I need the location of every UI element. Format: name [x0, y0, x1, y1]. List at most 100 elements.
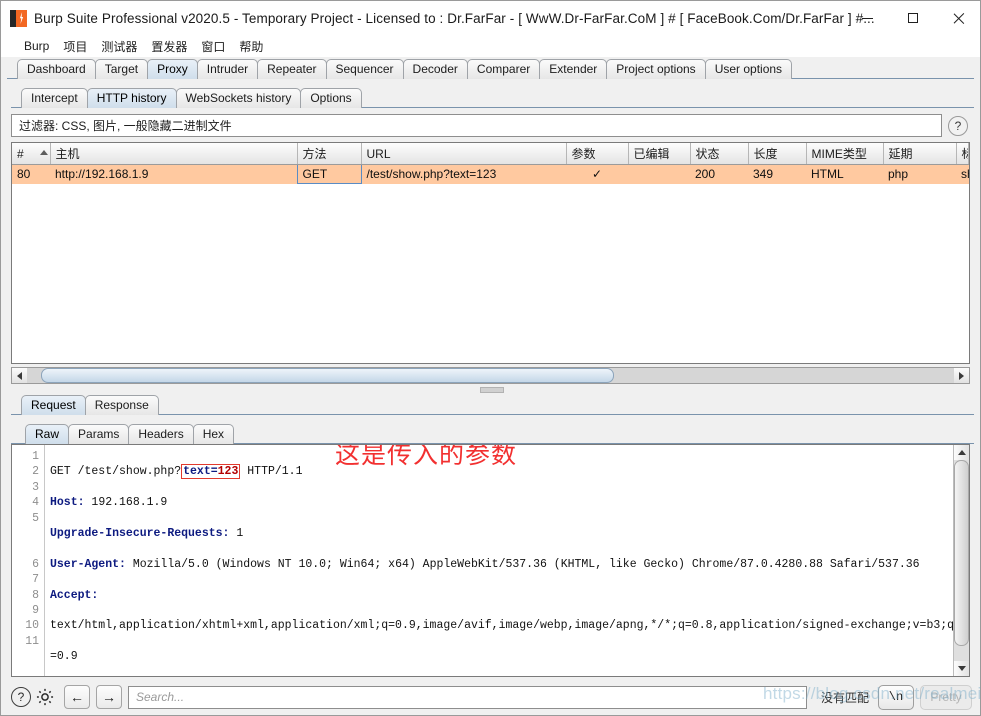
- filter-bar[interactable]: 过滤器: CSS, 图片, 一般隐藏二进制文件: [11, 114, 942, 137]
- panel-splitter[interactable]: [11, 384, 970, 393]
- request-method-path: GET /test/show.php?: [50, 465, 182, 479]
- tab-comparer[interactable]: Comparer: [466, 59, 541, 79]
- search-input[interactable]: Search...: [128, 685, 807, 709]
- hscroll-track[interactable]: [27, 368, 954, 383]
- tab-hex[interactable]: Hex: [192, 424, 235, 444]
- request-header-line: Accept:: [50, 588, 99, 602]
- table-empty-area: [12, 184, 969, 363]
- menu-item-window[interactable]: 窗口: [194, 36, 232, 57]
- request-header-line: User-Agent: Mozilla/5.0 (Windows NT 10.0…: [50, 557, 920, 571]
- column-header-edited[interactable]: 已编辑: [628, 143, 691, 165]
- cell-status: 200: [690, 164, 748, 184]
- gear-icon[interactable]: [34, 686, 56, 708]
- sort-ascending-icon: [40, 150, 48, 155]
- highlighted-parameter: text=123: [181, 464, 241, 480]
- scroll-down-icon[interactable]: [954, 661, 969, 676]
- close-icon[interactable]: [935, 1, 980, 35]
- tab-params[interactable]: Params: [68, 424, 130, 444]
- request-raw-text[interactable]: GET /test/show.php? text=123 HTTP/1.1 Hos…: [45, 445, 953, 676]
- cell-mime-type: HTML: [806, 164, 883, 184]
- column-header-title[interactable]: 标题: [956, 143, 969, 165]
- request-vertical-scrollbar[interactable]: [953, 445, 969, 676]
- request-editor: 1 2 3 4 5 6 7 8 9 10 11 GET /test/show.p…: [11, 444, 970, 677]
- tab-http-history[interactable]: HTTP history: [86, 88, 177, 108]
- search-status-label: 没有匹配: [820, 690, 869, 705]
- tab-response[interactable]: Response: [84, 395, 159, 415]
- cell-host: http://192.168.1.9: [50, 164, 297, 184]
- tab-decoder[interactable]: Decoder: [402, 59, 468, 79]
- column-header-url[interactable]: URL: [361, 143, 567, 165]
- http-history-table: # 主机 方法 URL 参数 已编辑 状态 长度 MIME类型 延期 标题: [11, 142, 970, 364]
- tab-user-options[interactable]: User options: [704, 59, 793, 79]
- annotation-text: 这是传入的参数: [335, 445, 518, 469]
- column-header-method[interactable]: 方法: [297, 143, 362, 165]
- help-icon[interactable]: ?: [948, 115, 968, 136]
- hscroll-thumb[interactable]: [41, 368, 614, 383]
- filter-row: 过滤器: CSS, 图片, 一般隐藏二进制文件 ?: [11, 114, 970, 137]
- menu-item-intruder[interactable]: 测试器: [94, 36, 144, 57]
- line-number: 8: [32, 588, 39, 602]
- vscroll-thumb[interactable]: [954, 460, 969, 646]
- column-header-number[interactable]: #: [12, 143, 51, 165]
- scroll-left-icon[interactable]: [12, 368, 27, 383]
- vscroll-track[interactable]: [954, 460, 969, 661]
- main-content: Dashboard Target Proxy Intruder Repeater…: [7, 57, 974, 679]
- maximize-icon[interactable]: [890, 1, 935, 35]
- line-number: 2: [32, 465, 39, 479]
- help-icon[interactable]: ?: [11, 687, 31, 707]
- tab-target[interactable]: Target: [94, 59, 149, 79]
- request-header-line: Host: 192.168.1.9: [50, 496, 168, 510]
- menu-item-repeater[interactable]: 置发器: [144, 36, 194, 57]
- proxy-sub-tab-bar: Intercept HTTP history WebSockets histor…: [7, 86, 974, 108]
- table-header-row: # 主机 方法 URL 参数 已编辑 状态 长度 MIME类型 延期 标题: [12, 143, 969, 165]
- tab-websockets-history[interactable]: WebSockets history: [175, 88, 302, 108]
- editor-bottom-bar: ? ← → Search... 没有匹配 \n Pretty: [1, 679, 980, 715]
- menu-item-project[interactable]: 项目: [56, 36, 94, 57]
- scroll-right-icon[interactable]: [954, 368, 969, 383]
- burp-suite-logo-icon: [10, 9, 27, 27]
- column-header-extension[interactable]: 延期: [883, 143, 957, 165]
- column-header-host[interactable]: 主机: [50, 143, 298, 165]
- tab-request[interactable]: Request: [21, 395, 86, 415]
- menu-item-help[interactable]: 帮助: [232, 36, 270, 57]
- back-button[interactable]: ←: [64, 685, 90, 709]
- request-header-line-wrapped: =0.9: [50, 650, 78, 664]
- tab-proxy[interactable]: Proxy: [147, 59, 198, 79]
- tab-dashboard[interactable]: Dashboard: [17, 59, 96, 79]
- cell-title: show: [956, 164, 969, 184]
- table-horizontal-scrollbar[interactable]: [11, 367, 970, 384]
- view-tab-bar: Raw Params Headers Hex: [7, 422, 974, 444]
- main-tab-bar: Dashboard Target Proxy Intruder Repeater…: [7, 57, 974, 79]
- cell-number: 80: [12, 164, 50, 184]
- tab-headers[interactable]: Headers: [128, 424, 194, 444]
- menu-item-burp[interactable]: Burp: [17, 37, 56, 55]
- column-header-mime-type[interactable]: MIME类型: [806, 143, 884, 165]
- line-number-wrap: [12, 541, 39, 556]
- line-number: 9: [32, 604, 39, 618]
- cell-length: 349: [748, 164, 806, 184]
- scroll-up-icon[interactable]: [954, 445, 969, 460]
- http-version: HTTP/1.1: [240, 465, 303, 479]
- tab-sequencer[interactable]: Sequencer: [325, 59, 404, 79]
- tab-repeater[interactable]: Repeater: [257, 59, 327, 79]
- tab-intercept[interactable]: Intercept: [21, 88, 88, 108]
- cell-params: ✓: [566, 164, 628, 184]
- tab-intruder[interactable]: Intruder: [196, 59, 259, 79]
- forward-button[interactable]: →: [96, 685, 122, 709]
- cell-method: GET: [296, 164, 362, 184]
- tab-options[interactable]: Options: [300, 88, 362, 108]
- tab-raw[interactable]: Raw: [25, 424, 70, 444]
- title-bar: Burp Suite Professional v2020.5 - Tempor…: [1, 1, 980, 35]
- table-row[interactable]: 80 http://192.168.1.9 GET /test/show.php…: [12, 164, 969, 184]
- line-number: 7: [32, 573, 39, 587]
- line-number: 6: [32, 557, 39, 571]
- line-number-gutter: 1 2 3 4 5 6 7 8 9 10 11: [12, 445, 45, 676]
- column-header-length[interactable]: 长度: [748, 143, 807, 165]
- tab-project-options[interactable]: Project options: [606, 59, 706, 79]
- newline-toggle-button[interactable]: \n: [878, 684, 914, 710]
- pretty-button[interactable]: Pretty: [920, 684, 972, 710]
- tab-extender[interactable]: Extender: [539, 59, 608, 79]
- column-header-params[interactable]: 参数: [566, 143, 629, 165]
- minimize-icon[interactable]: [845, 1, 890, 35]
- column-header-status[interactable]: 状态: [690, 143, 749, 165]
